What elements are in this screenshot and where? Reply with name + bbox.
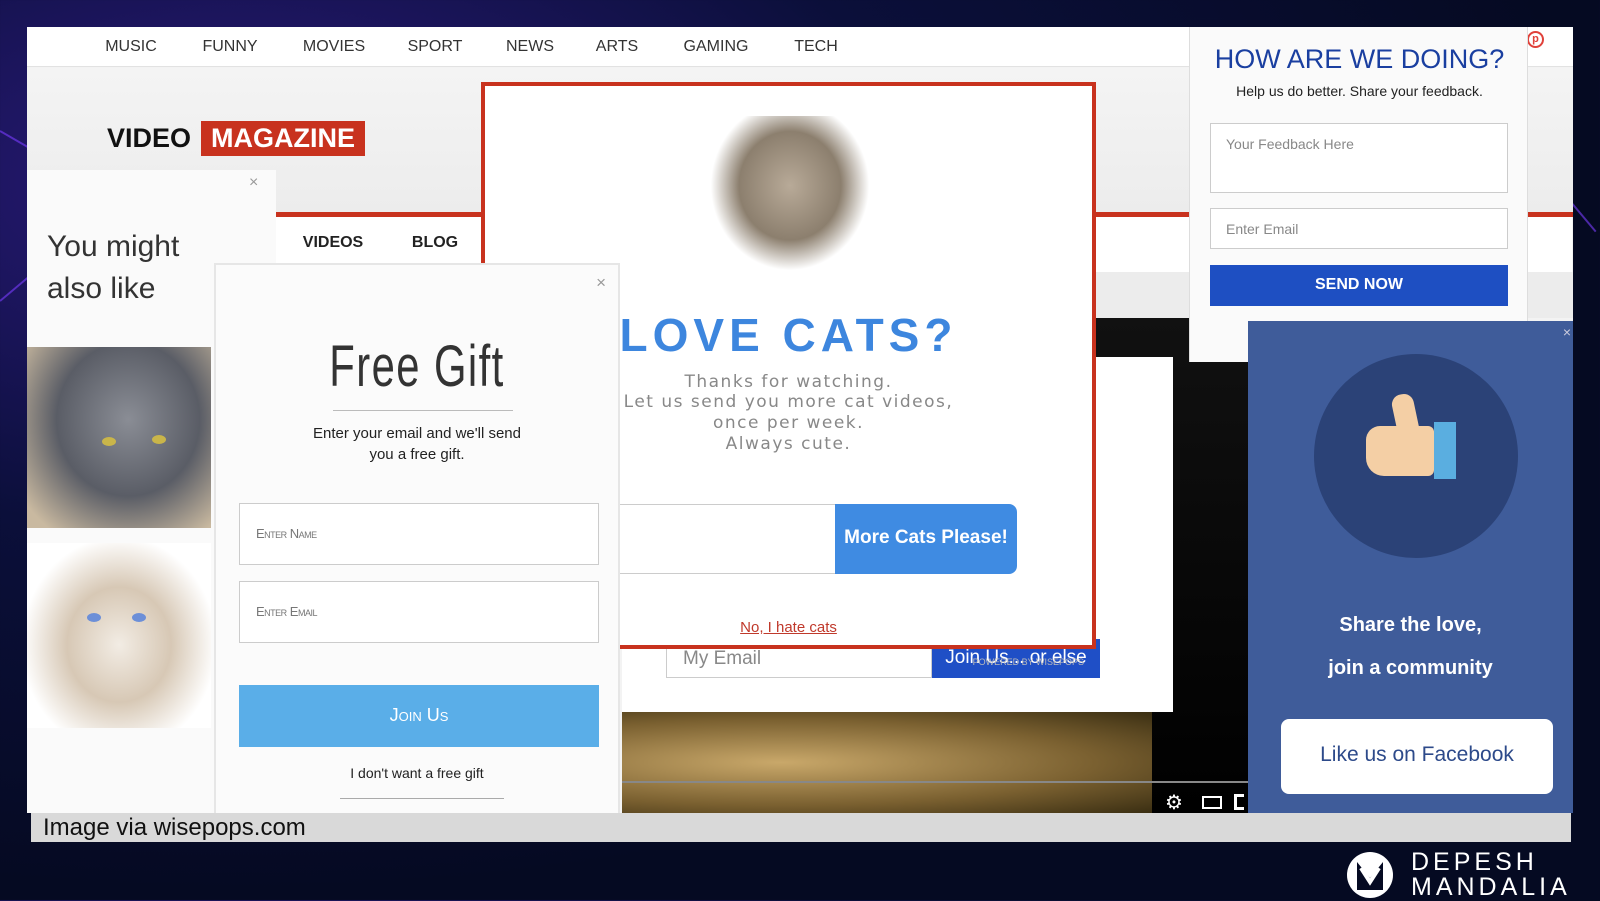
subnav-blog[interactable]: BLOG [412, 234, 458, 252]
pinterest-icon[interactable]: p [1527, 31, 1544, 48]
feedback-textarea[interactable]: Your Feedback Here [1210, 123, 1508, 193]
settings-gear-icon[interactable]: ⚙ [1165, 790, 1183, 813]
brand-logo: DEPESH MANDALIA [1345, 850, 1571, 900]
gray-cat-thumbnail[interactable] [27, 347, 211, 528]
kitten-image [710, 116, 870, 271]
email-input[interactable]: Enter Email [1210, 208, 1508, 249]
close-icon[interactable]: × [596, 273, 606, 293]
logo-video: VIDEO [107, 123, 192, 153]
video-frame-image [622, 712, 1152, 813]
popup-description: Enter your email and we'll send you a fr… [216, 423, 618, 465]
popup-title: HOW ARE WE DOING? [1214, 44, 1505, 74]
site-logo[interactable]: VIDEO MAGAZINE [107, 121, 366, 156]
brand-line2: MANDALIA [1411, 873, 1571, 901]
nav-item-arts[interactable]: ARTS [596, 38, 638, 56]
more-cats-button[interactable]: More Cats Please! [835, 504, 1017, 574]
powered-by: POWERED BY WISEPOPS [972, 657, 1084, 667]
email-input[interactable]: Enter Email [239, 581, 599, 643]
image-caption: Image via wisepops.com [31, 813, 1571, 842]
theater-mode-icon[interactable] [1202, 796, 1222, 809]
nav-item-movies[interactable]: MOVIES [303, 38, 365, 56]
nav-item-gaming[interactable]: GAMING [684, 38, 749, 56]
nav-item-funny[interactable]: FUNNY [202, 38, 257, 56]
popup-subtitle: Help us do better. Share your feedback. [1236, 83, 1483, 99]
send-now-button[interactable]: SEND NOW [1210, 265, 1508, 306]
divider [340, 798, 504, 799]
name-input[interactable]: Enter Name [239, 503, 599, 565]
sidebar-title-line2: also like [47, 272, 156, 305]
logo-magazine: MAGAZINE [201, 121, 366, 156]
brand-line1: DEPESH [1411, 848, 1538, 876]
subnav-videos[interactable]: VIDEOS [303, 234, 363, 252]
video-progress-bar[interactable] [622, 781, 1250, 783]
website-page: MUSIC FUNNY MOVIES SPORT NEWS ARTS GAMIN… [27, 27, 1573, 813]
fullscreen-icon[interactable] [1234, 794, 1244, 810]
nav-item-sport[interactable]: SPORT [408, 38, 463, 56]
like-facebook-button[interactable]: Like us on Facebook [1281, 719, 1553, 794]
nav-item-tech[interactable]: TECH [794, 38, 838, 56]
grumpy-cat-thumbnail[interactable] [27, 543, 211, 728]
divider [333, 410, 513, 411]
thumbs-up-icon [1314, 354, 1518, 558]
popup-title: Free Gift [329, 334, 505, 399]
share-text: Share the love, [1339, 614, 1482, 636]
close-icon[interactable]: × [1563, 324, 1571, 340]
background-line [1569, 200, 1597, 233]
sidebar-title-line1: You might [47, 230, 180, 263]
brand-logo-icon [1347, 852, 1393, 898]
community-text: join a community [1328, 657, 1493, 679]
decline-link[interactable]: I don't want a free gift [216, 765, 618, 781]
join-us-button[interactable]: Join Us [239, 685, 599, 747]
nav-item-music[interactable]: MUSIC [105, 38, 157, 56]
nav-item-news[interactable]: NEWS [506, 38, 554, 56]
description-line: Enter your email and we'll send [313, 425, 521, 442]
free-gift-popup: × Free Gift Enter your email and we'll s… [214, 263, 620, 813]
description-line: you a free gift. [369, 446, 465, 463]
close-icon[interactable]: × [249, 174, 258, 192]
facebook-popup: × Share the love, join a community Like … [1248, 321, 1573, 813]
feedback-popup: HOW ARE WE DOING? Help us do better. Sha… [1189, 27, 1528, 362]
